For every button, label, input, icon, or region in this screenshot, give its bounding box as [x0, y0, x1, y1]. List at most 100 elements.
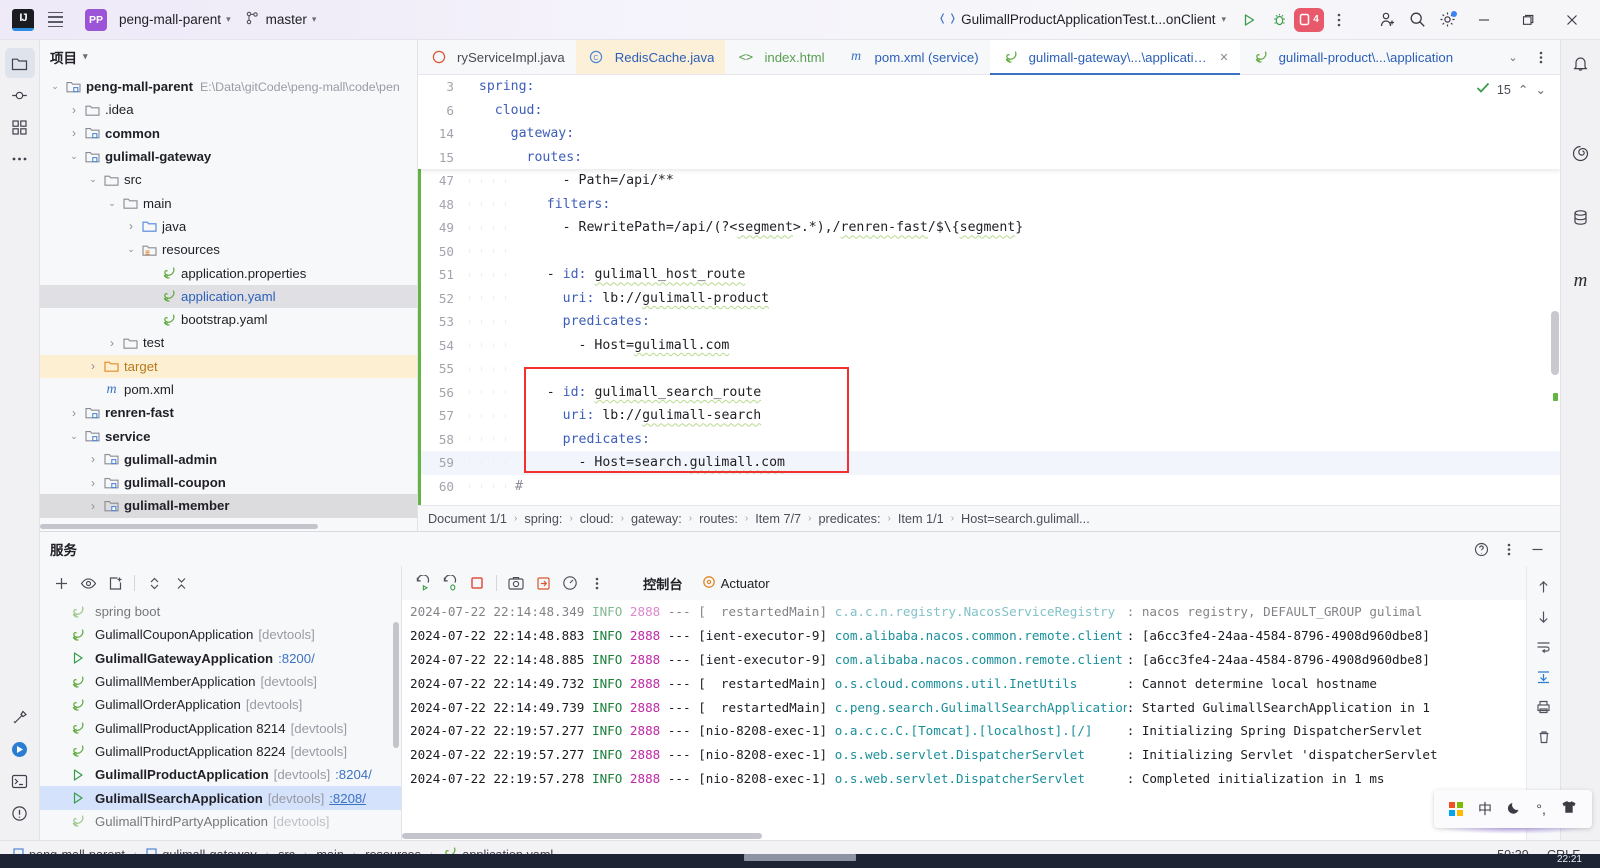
breadcrumb-item[interactable]: Item 7/7 — [753, 511, 803, 527]
project-tree[interactable]: ⌄ peng-mall-parent E:\Data\gitCode\peng-ma… — [40, 73, 417, 531]
chevron-down-icon[interactable]: ⌄ — [1500, 44, 1526, 70]
tshirt-icon[interactable] — [1561, 800, 1577, 818]
chevron-down-icon[interactable]: ⌄ — [84, 174, 102, 185]
settings-icon[interactable] — [1432, 6, 1462, 34]
chevron-down-icon[interactable]: ⌄ — [65, 151, 83, 162]
stop-icon[interactable] — [464, 570, 490, 596]
code-line[interactable]: 53 predicates: — [418, 310, 1560, 334]
soft-wrap-icon[interactable] — [1532, 636, 1556, 658]
chevron-down-icon[interactable]: ⌄ — [103, 198, 121, 209]
service-list-item[interactable]: GulimallOrderApplication [devtools] — [40, 693, 401, 716]
editor-tab[interactable]: ryServiceImpl.java — [418, 40, 576, 74]
notifications-icon[interactable] — [1566, 48, 1596, 78]
breadcrumb-item[interactable]: cloud: — [578, 511, 616, 527]
chevron-right-icon[interactable]: › — [84, 359, 102, 373]
attach-icon[interactable] — [102, 570, 128, 596]
chevron-down-icon[interactable]: ⌄ — [65, 431, 83, 442]
services-list-scrollbar[interactable] — [393, 622, 399, 748]
code-line[interactable]: 55 — [418, 357, 1560, 381]
tab-console[interactable]: 控制台 — [634, 570, 692, 597]
project-tree-item[interactable]: › .idea — [40, 98, 417, 121]
breadcrumb-item[interactable]: predicates: — [816, 511, 882, 527]
project-selector[interactable]: PP peng-mall-parent ▾ — [78, 5, 238, 35]
commit-icon[interactable] — [5, 80, 35, 110]
scroll-down-icon[interactable] — [1532, 606, 1556, 628]
punctuation-icon[interactable]: °, — [1536, 801, 1546, 817]
rerun-debug-icon[interactable] — [437, 570, 463, 596]
chevron-right-icon[interactable]: › — [84, 452, 102, 466]
scroll-end-icon[interactable] — [1532, 666, 1556, 688]
collapse-all-icon[interactable] — [168, 570, 194, 596]
editor-tab[interactable]: <> index.html — [725, 40, 835, 74]
project-tree-item[interactable]: › common — [40, 122, 417, 145]
project-tree-item[interactable]: m pom.xml — [40, 378, 417, 401]
tab-actuator[interactable]: Actuator — [693, 571, 779, 596]
stop-button[interactable]: 4 — [1294, 7, 1324, 32]
add-user-icon[interactable] — [1372, 6, 1402, 34]
export-icon[interactable] — [530, 570, 556, 596]
service-list-item[interactable]: GulimallSearchApplication [devtools]:8208… — [40, 786, 401, 810]
code-line[interactable]: 47 - Path=/api/** — [418, 169, 1560, 193]
maximize-icon[interactable] — [1506, 0, 1550, 40]
code-line[interactable]: 57 uri: lb://gulimall-search — [418, 75, 1560, 505]
editor-vertical-scrollbar[interactable] — [1551, 311, 1559, 375]
project-tree-item[interactable]: application.properties — [40, 261, 417, 284]
editor-breadcrumb-bar[interactable]: Document 1/1 › spring: › cloud: › gateway: › rou… — [418, 505, 1560, 531]
project-tree-item[interactable]: › java — [40, 215, 417, 238]
breadcrumb-item[interactable]: Document 1/1 — [426, 511, 509, 527]
more-tool-windows-icon[interactable] — [5, 144, 35, 174]
code-line[interactable]: 49 - RewritePath=/api/(?<segment>.*),/re… — [418, 216, 1560, 240]
project-tree-item[interactable]: ⌄ src — [40, 168, 417, 191]
run-configuration-selector[interactable]: GulimallProductApplicationTest.t...onCli… — [932, 8, 1234, 32]
more-icon[interactable] — [1528, 44, 1554, 70]
help-icon[interactable] — [1468, 536, 1494, 562]
project-tree-item[interactable]: application.yaml — [40, 284, 417, 308]
debug-run-icon[interactable] — [5, 734, 35, 764]
hide-icon[interactable] — [1524, 536, 1550, 562]
service-port-link[interactable]: :8204/ — [335, 767, 372, 782]
options-icon[interactable] — [1496, 536, 1522, 562]
code-line[interactable]: 60 # — [418, 475, 1560, 499]
chevron-right-icon[interactable]: › — [65, 126, 83, 140]
close-icon[interactable] — [1550, 0, 1594, 40]
close-tab-icon[interactable]: ✕ — [1219, 51, 1228, 64]
next-problem-icon[interactable]: ⌄ — [1535, 82, 1546, 97]
breadcrumb-item[interactable]: Item 1/1 — [896, 511, 946, 527]
service-list-item[interactable]: GulimallThirdPartyApplication [devtools] — [40, 810, 401, 833]
terminal-icon[interactable] — [5, 766, 35, 796]
project-tree-item[interactable]: ⌄ main — [40, 191, 417, 214]
chevron-right-icon[interactable]: › — [122, 219, 140, 233]
chevron-right-icon[interactable]: › — [103, 336, 121, 350]
project-icon[interactable] — [4, 48, 35, 78]
code-line[interactable]: 56 - id: gulimall_search_route — [418, 75, 1560, 505]
console-output[interactable]: 2024-07-22 22:14:48.349 INFO 2888 --- [ … — [402, 600, 1526, 840]
breadcrumb-item[interactable]: Host=search.gulimall... — [959, 511, 1092, 527]
project-tree-item[interactable]: › renren-fast — [40, 401, 417, 424]
project-tree-scrollbar[interactable] — [40, 524, 318, 529]
chevron-right-icon[interactable]: › — [65, 103, 83, 117]
code-line[interactable]: 48 filters: — [418, 193, 1560, 217]
project-tree-item[interactable]: › target — [40, 354, 417, 378]
breadcrumb-item[interactable]: routes: — [697, 511, 740, 527]
view-icon[interactable] — [75, 570, 101, 596]
chinese-mode-icon[interactable]: 中 — [1478, 799, 1492, 819]
windows-logo-icon[interactable] — [1449, 802, 1464, 816]
project-tree-item[interactable]: › gulimall-member — [40, 494, 417, 518]
project-tree-item[interactable]: ⌄ service — [40, 424, 417, 447]
service-port-link[interactable]: :8208/ — [329, 791, 366, 806]
build-icon[interactable] — [5, 702, 35, 732]
code-line[interactable]: 51 - id: gulimall_host_route — [418, 263, 1560, 287]
service-list-item[interactable]: GulimallProductApplication 8224 [devtools… — [40, 740, 401, 763]
chevron-right-icon[interactable]: › — [84, 499, 102, 513]
add-icon[interactable] — [48, 570, 74, 596]
problems-icon[interactable] — [5, 798, 35, 828]
chevron-down-icon[interactable]: ⌄ — [46, 81, 64, 92]
search-icon[interactable] — [1402, 6, 1432, 34]
debug-button[interactable] — [1264, 6, 1294, 34]
project-tool-window-header[interactable]: 项目 ▾ — [40, 40, 417, 73]
clear-icon[interactable] — [1532, 726, 1556, 748]
rerun-icon[interactable] — [410, 570, 436, 596]
breadcrumb-item[interactable]: spring: — [522, 511, 564, 527]
service-list-item[interactable]: GulimallMemberApplication [devtools] — [40, 670, 401, 693]
editor-tab[interactable]: C RedisCache.java — [575, 40, 726, 74]
